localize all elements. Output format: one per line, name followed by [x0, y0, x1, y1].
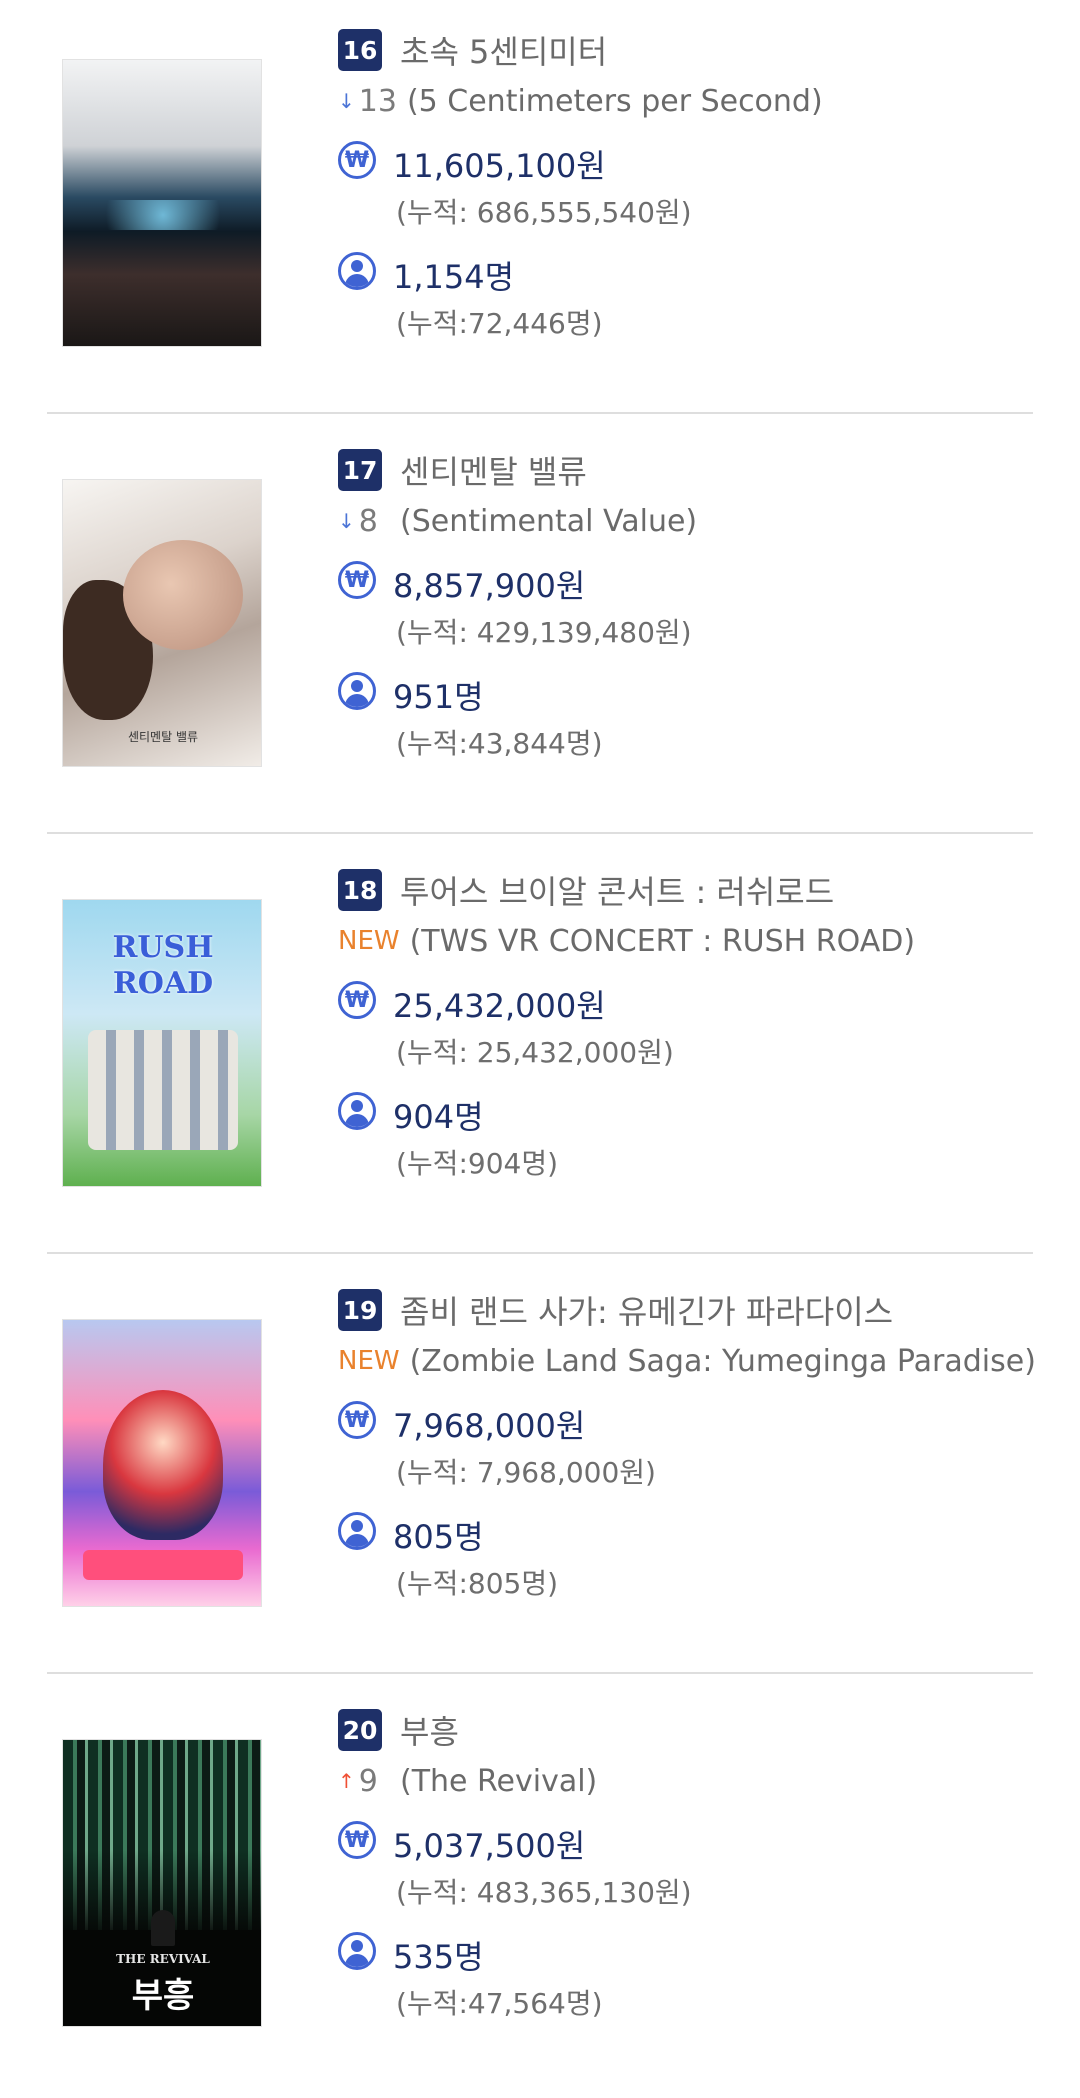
rank-change-value: 8: [358, 503, 378, 539]
rank-badge: 20: [338, 1709, 382, 1751]
audience-value: 805명: [393, 1518, 484, 1556]
won-icon: ₩: [338, 981, 376, 1019]
audience-cumulative: (누적:43,844명): [396, 727, 603, 760]
divider: [47, 1672, 1033, 1674]
movie-title-en: (TWS VR CONCERT : RUSH ROAD): [409, 923, 916, 959]
up-arrow-icon: ↑: [338, 1769, 355, 1793]
sales-value: 8,857,900원: [393, 567, 586, 605]
person-icon: [338, 252, 376, 290]
won-icon: ₩: [338, 141, 376, 179]
audience-value: 535명: [393, 1938, 484, 1976]
movie-poster[interactable]: 센티멘탈 밸류: [62, 479, 262, 767]
rank-change: ↑ 9: [338, 1764, 390, 1799]
rank-badge: 16: [338, 29, 382, 71]
movie-title-ko[interactable]: 투어스 브이알 콘서트 : 러쉬로드: [400, 867, 834, 913]
person-icon: [338, 1092, 376, 1130]
new-badge: NEW: [338, 1346, 400, 1376]
list-item[interactable]: 19 좀비 랜드 사가: 유메긴가 파라다이스 NEW (Zombie Land…: [0, 1260, 1080, 1678]
audience-cumulative: (누적:904명): [396, 1147, 559, 1180]
audience-value: 951명: [393, 678, 484, 716]
rank-badge: 18: [338, 869, 382, 911]
poster-title-ko: 부흥: [131, 1976, 195, 2016]
sales-value: 11,605,100원: [393, 147, 606, 185]
down-arrow-icon: ↓: [338, 509, 355, 533]
movie-title-en: (Zombie Land Saga: Yumeginga Paradise): [409, 1343, 1036, 1379]
divider: [47, 1252, 1033, 1254]
audience-cumulative: (누적:805명): [396, 1567, 559, 1600]
movie-title-ko[interactable]: 부흥: [400, 1707, 459, 1753]
movie-poster[interactable]: [62, 59, 262, 347]
rank-change-value: 13: [358, 83, 397, 119]
movie-title-en: (Sentimental Value): [400, 503, 698, 539]
movie-title-ko[interactable]: 좀비 랜드 사가: 유메긴가 파라다이스: [400, 1287, 893, 1333]
sales-value: 25,432,000원: [393, 987, 606, 1025]
rank-badge: 17: [338, 449, 382, 491]
movie-title-en: (5 Centimeters per Second): [406, 83, 823, 119]
sales-cumulative: (누적: 25,432,000원): [396, 1036, 674, 1069]
sales-cumulative: (누적: 686,555,540원): [396, 196, 692, 229]
movie-title-ko[interactable]: 센티멘탈 밸류: [400, 447, 587, 493]
movie-poster[interactable]: THE REVIVAL 부흥: [62, 1739, 262, 2027]
sales-cumulative: (누적: 483,365,130원): [396, 1876, 692, 1909]
movie-title-en: (The Revival): [400, 1763, 598, 1799]
movie-poster[interactable]: [62, 1319, 262, 1607]
list-item[interactable]: THE REVIVAL 부흥 20 부흥 ↑ 9 (The Revival) ₩…: [0, 1680, 1080, 2098]
poster-logo: RUSH ROAD: [112, 930, 214, 1001]
list-item[interactable]: 센티멘탈 밸류 17 센티멘탈 밸류 ↓ 8 (Sentimental Valu…: [0, 420, 1080, 838]
movie-title-ko[interactable]: 초속 5센티미터: [400, 27, 607, 73]
audience-value: 904명: [393, 1098, 484, 1136]
person-icon: [338, 1932, 376, 1970]
divider: [47, 832, 1033, 834]
poster-title-en: THE REVIVAL: [116, 1952, 210, 1966]
rank-change: ↓ 8: [338, 504, 390, 539]
sales-cumulative: (누적: 429,139,480원): [396, 616, 692, 649]
sales-cumulative: (누적: 7,968,000원): [396, 1456, 656, 1489]
audience-cumulative: (누적:47,564명): [396, 1987, 603, 2020]
list-item[interactable]: 16 초속 5센티미터 ↓ 13 (5 Centimeters per Seco…: [0, 0, 1080, 418]
person-icon: [338, 672, 376, 710]
new-badge: NEW: [338, 926, 400, 956]
down-arrow-icon: ↓: [338, 89, 355, 113]
rank-badge: 19: [338, 1289, 382, 1331]
sales-value: 7,968,000원: [393, 1407, 586, 1445]
divider: [47, 412, 1033, 414]
won-icon: ₩: [338, 561, 376, 599]
poster-title: 센티멘탈 밸류: [127, 730, 199, 744]
audience-value: 1,154명: [393, 258, 515, 296]
rank-change-value: 9: [358, 1763, 378, 1799]
list-item[interactable]: RUSH ROAD 18 투어스 브이알 콘서트 : 러쉬로드 NEW (TWS…: [0, 840, 1080, 1258]
person-icon: [338, 1512, 376, 1550]
won-icon: ₩: [338, 1401, 376, 1439]
sales-value: 5,037,500원: [393, 1827, 586, 1865]
audience-cumulative: (누적:72,446명): [396, 307, 603, 340]
won-icon: ₩: [338, 1821, 376, 1859]
rank-change: ↓ 13: [338, 84, 397, 119]
movie-poster[interactable]: RUSH ROAD: [62, 899, 262, 1187]
